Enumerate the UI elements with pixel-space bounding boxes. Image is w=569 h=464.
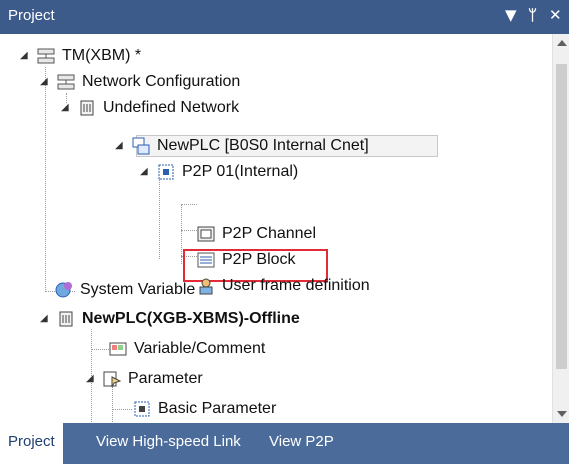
scroll-down-icon[interactable]: [557, 411, 567, 417]
system-variable-icon: [54, 280, 74, 300]
tree-line: [181, 204, 182, 264]
tree-node-label: NewPLC(XGB-XBMS)-Offline: [82, 310, 300, 327]
tree-node-label: Undefined Network: [103, 99, 240, 116]
tree-node-parameter[interactable]: ◢ Parameter: [86, 367, 203, 391]
tree-node-label: Basic Parameter: [158, 400, 277, 417]
tree-node-system-variable[interactable]: System Variable: [54, 278, 195, 302]
variable-comment-icon: [108, 339, 128, 359]
vertical-scrollbar[interactable]: [552, 34, 569, 423]
tree-node-basic-parameter[interactable]: Basic Parameter: [132, 397, 276, 421]
tree-node-newplc-offline[interactable]: ◢ NewPLC(XGB-XBMS)-Offline: [40, 307, 300, 331]
scrollbar-thumb[interactable]: [556, 64, 567, 369]
panel-title: Project: [8, 7, 55, 24]
expander-icon[interactable]: ◢: [20, 50, 32, 62]
tree-node-label: Variable/Comment: [134, 340, 266, 357]
tree-node-label: System Variable: [80, 281, 196, 298]
tree-line: [181, 230, 197, 231]
tree-node-label: Network Configuration: [82, 73, 241, 90]
p2p-icon: [156, 162, 176, 182]
panel-titlebar: Project ▼ ᛘ ✕: [0, 0, 569, 34]
tree-line: [112, 409, 132, 410]
expander-icon[interactable]: ◢: [40, 313, 52, 325]
tree-node-label: NewPLC [B0S0 Internal Cnet]: [157, 137, 369, 154]
tree-node-undefined-network[interactable]: ◢ Undefined Network: [61, 96, 239, 120]
bottom-tabbar: Project View High-speed Link View P2P: [0, 423, 569, 464]
tree-node-label: Parameter: [128, 370, 203, 387]
tree-node-tmxbm[interactable]: ◢ TM(XBM) *: [20, 44, 141, 68]
expander-icon[interactable]: ◢: [140, 166, 152, 178]
user-frame-icon: [196, 276, 216, 296]
tab-view-p2p[interactable]: View P2P: [269, 433, 334, 450]
network-icon: [56, 309, 76, 329]
dropdown-icon[interactable]: ▼: [505, 6, 517, 24]
expander-icon[interactable]: ◢: [86, 373, 98, 385]
tree-node-variable-comment[interactable]: Variable/Comment: [108, 337, 265, 361]
scroll-up-icon[interactable]: [557, 40, 567, 46]
tree-node-network-configuration[interactable]: ◢ Network Configuration: [40, 70, 240, 94]
tab-project[interactable]: Project: [0, 423, 63, 464]
expander-icon[interactable]: ◢: [40, 76, 52, 88]
network-config-icon: [56, 72, 76, 92]
pin-icon[interactable]: ᛘ: [528, 6, 537, 24]
tree-line: [45, 67, 46, 292]
project-tree[interactable]: ◢ TM(XBM) * ◢ Network Configuration ◢ Un…: [0, 34, 569, 423]
expander-icon[interactable]: ◢: [61, 102, 73, 114]
tab-view-high-speed-link[interactable]: View High-speed Link: [96, 433, 241, 450]
network-config-icon: [36, 46, 56, 66]
tree-node-label: TM(XBM) *: [62, 47, 142, 64]
tree-line: [181, 204, 197, 205]
tree-node-newplc-cnet[interactable]: ◢ NewPLC [B0S0 Internal Cnet]: [115, 134, 369, 158]
expander-icon[interactable]: ◢: [115, 140, 127, 152]
network-icon: [77, 98, 97, 118]
plc-icon: [131, 136, 151, 156]
parameter-icon: [102, 369, 122, 389]
tree-node-p2p-channel[interactable]: P2P Channel: [196, 222, 316, 246]
close-icon[interactable]: ✕: [549, 6, 562, 24]
tree-line: [159, 179, 160, 259]
tree-node-label: User frame definition: [222, 277, 370, 294]
tree-node-label: P2P Channel: [222, 225, 316, 242]
tree-node-label: P2P 01(Internal): [182, 163, 299, 180]
tree-node-p2p01[interactable]: ◢ P2P 01(Internal): [140, 160, 298, 184]
basic-parameter-icon: [132, 399, 152, 419]
tree-node-user-frame[interactable]: User frame definition: [196, 274, 370, 298]
channel-icon: [196, 224, 216, 244]
